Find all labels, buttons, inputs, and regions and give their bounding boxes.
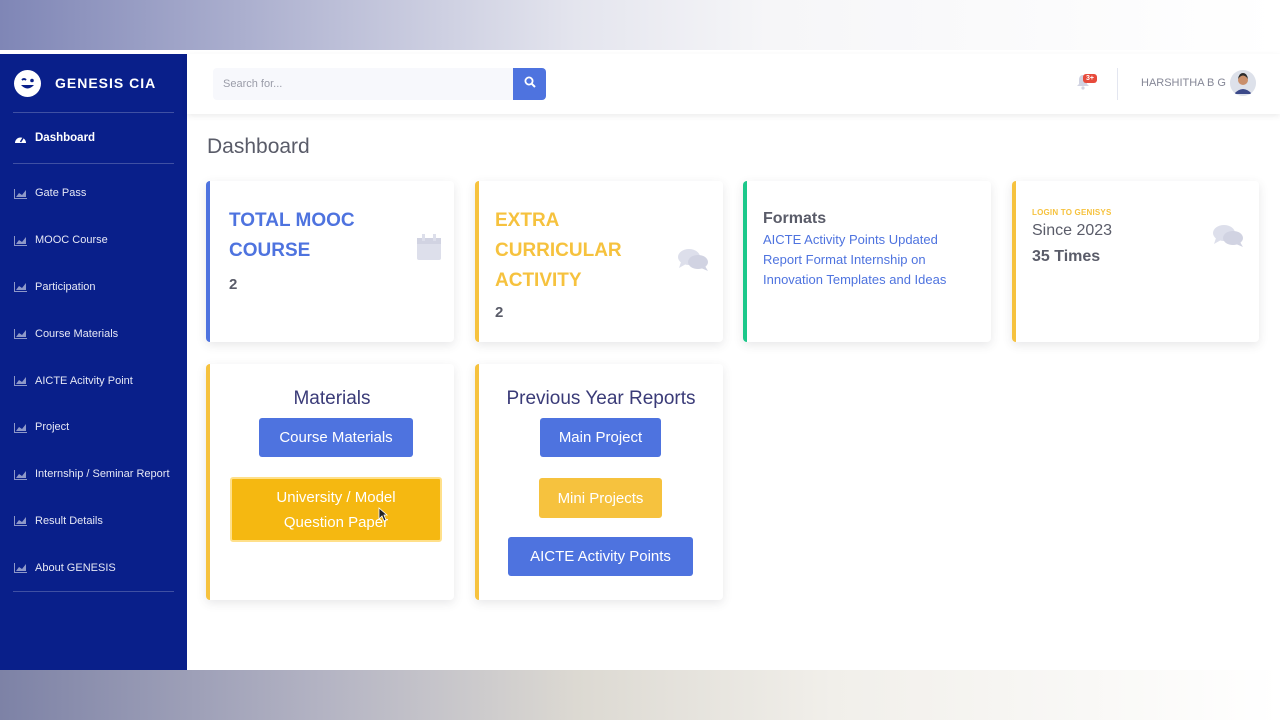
sidebar-item-label: Participation: [35, 280, 96, 293]
chart-area-icon: [14, 562, 27, 574]
sidebar-item-label: Course Materials: [35, 327, 119, 340]
login-times: 35 Times: [1032, 248, 1101, 265]
materials-card: Materials Course Materials University / …: [206, 364, 454, 600]
brand[interactable]: GENESIS CIA: [0, 54, 187, 112]
sidebar-item-label: Internship / Seminar Report: [35, 468, 170, 481]
sidebar-item-label: AICTE Acitvity Point: [35, 374, 133, 387]
sidebar-item-dashboard[interactable]: Dashboard: [0, 113, 187, 163]
extra-curricular-title: EXTRA CURRICULAR ACTIVITY: [495, 210, 622, 291]
search-input[interactable]: [213, 68, 513, 100]
search-group: [213, 68, 546, 100]
chart-area-icon: [14, 281, 27, 293]
question-paper-button[interactable]: University / Model Question Paper: [230, 477, 442, 542]
login-label: LOGIN TO GENISYS: [1032, 208, 1112, 217]
topbar-divider: [1117, 68, 1118, 100]
search-button[interactable]: [513, 68, 546, 100]
sidebar-item-label: MOOC Course: [35, 234, 108, 247]
aicte-activity-points-button[interactable]: AICTE Activity Points: [508, 537, 693, 576]
sidebar: GENESIS CIA Dashboard Gate Pass MOOC Cou…: [0, 54, 187, 670]
sidebar-item-label: Project: [35, 421, 70, 434]
formats-link[interactable]: AICTE Activity Points Updated Report For…: [763, 230, 968, 290]
sidebar-item-about-genesis[interactable]: About GENESIS: [0, 544, 187, 591]
total-mooc-title: TOTAL MOOC COURSE: [229, 210, 355, 261]
page-title: Dashboard: [207, 135, 310, 158]
sidebar-item-participation[interactable]: Participation: [0, 264, 187, 311]
comments-icon: [677, 247, 709, 278]
total-mooc-value: 2: [229, 276, 238, 293]
sidebar-item-course-materials[interactable]: Course Materials: [0, 310, 187, 357]
chart-area-icon: [14, 515, 27, 527]
sidebar-item-aicte-activity-point[interactable]: AICTE Acitvity Point: [0, 357, 187, 404]
previous-year-reports-card: Previous Year Reports Main Project Mini …: [475, 364, 723, 600]
user-name[interactable]: HARSHITHA B G: [1141, 77, 1226, 89]
mini-projects-button[interactable]: Mini Projects: [539, 478, 662, 518]
sidebar-divider: [13, 591, 174, 593]
top-backdrop: [0, 0, 1280, 50]
course-materials-button[interactable]: Course Materials: [259, 418, 413, 457]
search-icon: [524, 75, 536, 93]
reports-title: Previous Year Reports: [506, 388, 696, 409]
sidebar-item-gate-pass[interactable]: Gate Pass: [0, 170, 187, 217]
brand-name: GENESIS CIA: [55, 75, 157, 91]
formats-card: Formats AICTE Activity Points Updated Re…: [743, 181, 991, 342]
sidebar-item-label: Gate Pass: [35, 187, 87, 200]
chart-area-icon: [14, 188, 27, 199]
sidebar-item-result-details[interactable]: Result Details: [0, 498, 187, 545]
main-project-button[interactable]: Main Project: [540, 418, 661, 457]
sidebar-item-label: Result Details: [35, 514, 103, 527]
chart-area-icon: [14, 469, 27, 480]
login-since: Since 2023: [1032, 222, 1113, 239]
extra-curricular-card: EXTRA CURRICULAR ACTIVITY 2: [475, 181, 723, 342]
sidebar-item-mooc-course[interactable]: MOOC Course: [0, 217, 187, 264]
chart-area-icon: [14, 422, 27, 433]
laugh-wink-icon: [14, 69, 41, 97]
notification-badge: 3+: [1083, 74, 1097, 83]
sidebar-item-internship-seminar-report[interactable]: Internship / Seminar Report: [0, 451, 187, 498]
chart-area-icon: [14, 328, 27, 340]
formats-title: Formats: [763, 210, 827, 227]
bottom-backdrop: [0, 670, 1280, 720]
avatar[interactable]: [1230, 70, 1256, 96]
sidebar-item-label: About GENESIS: [35, 561, 116, 574]
mouse-cursor-icon: [378, 507, 389, 527]
topbar: 3+ HARSHITHA B G: [187, 54, 1280, 114]
tachometer-icon: [14, 133, 27, 144]
chart-area-icon: [14, 235, 27, 246]
total-mooc-card: TOTAL MOOC COURSE 2: [206, 181, 454, 342]
materials-title: Materials: [293, 388, 371, 409]
comments-icon: [1212, 223, 1244, 254]
calendar-icon: [416, 233, 442, 266]
chart-area-icon: [14, 375, 27, 387]
extra-curricular-value: 2: [495, 304, 504, 321]
sidebar-item-project[interactable]: Project: [0, 404, 187, 451]
login-count-card: LOGIN TO GENISYS Since 2023 35 Times: [1012, 181, 1259, 342]
sidebar-item-label: Dashboard: [35, 132, 96, 144]
